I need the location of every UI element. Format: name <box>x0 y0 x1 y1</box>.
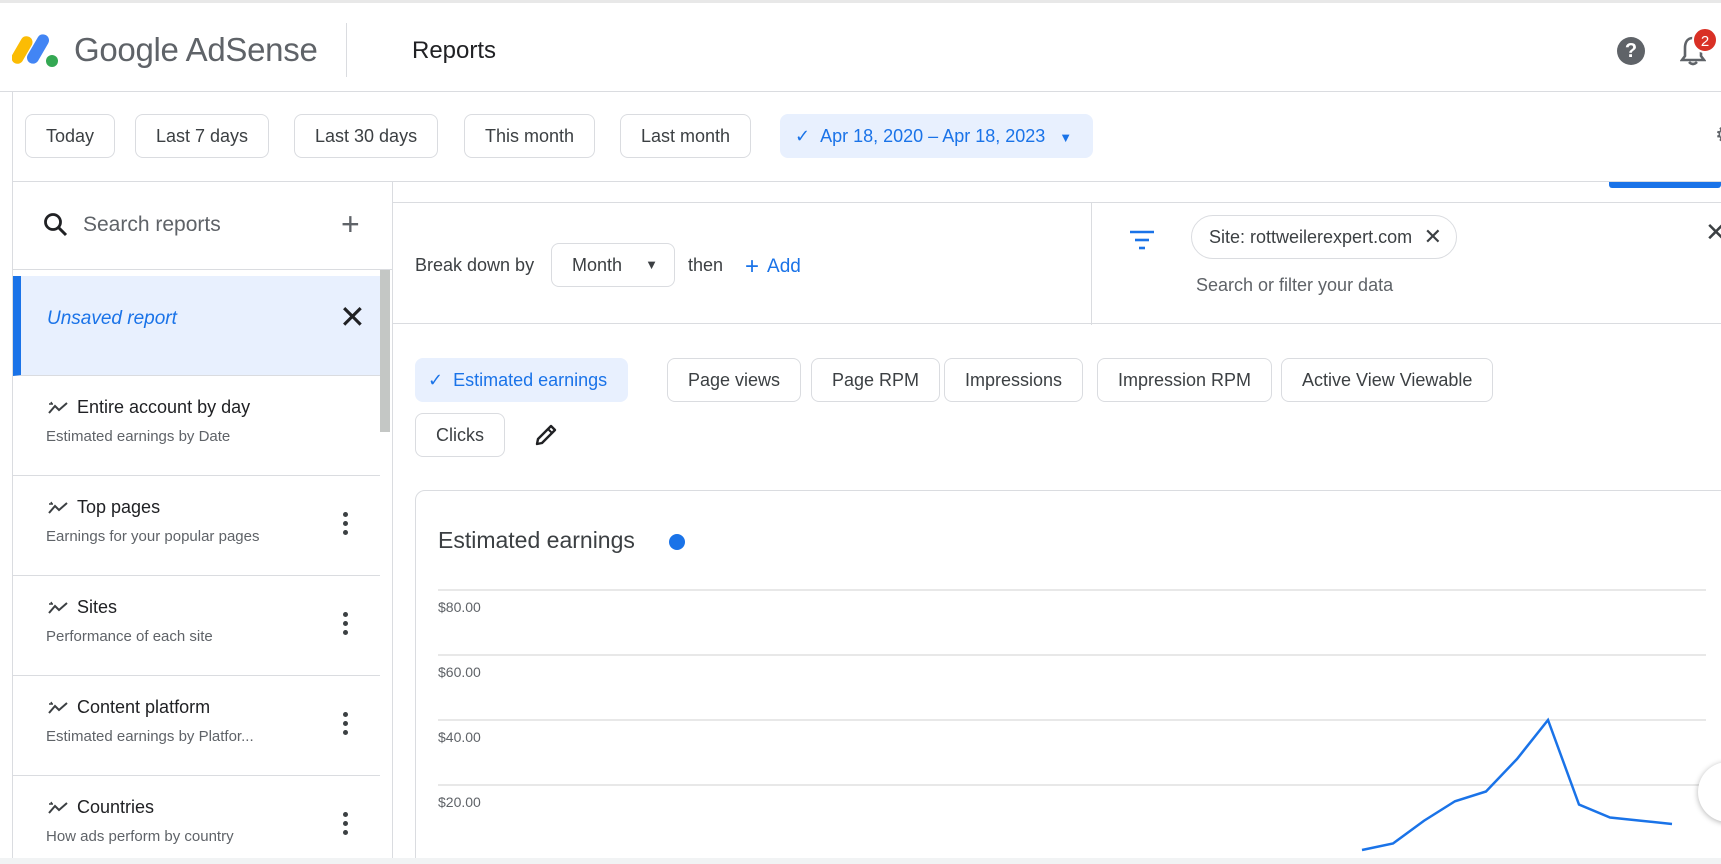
y-tick-label: $40.00 <box>438 729 481 745</box>
earnings-chart-card: Estimated earnings $80.00 $60.00 $40.00 $20… <box>415 490 1721 864</box>
date-chip-this-month[interactable]: This month <box>464 114 596 158</box>
metric-chip-impressions[interactable]: Impressions <box>944 358 1084 402</box>
check-icon: ✓ <box>795 126 811 146</box>
page-title: Reports <box>412 37 497 64</box>
report-main: Break down by Month ▼ then + Add Site: ro… <box>393 182 1721 864</box>
metric-chip-page-rpm[interactable]: Page RPM <box>811 358 941 402</box>
report-subtitle: Performance of each site <box>46 628 213 645</box>
more-vert-icon[interactable] <box>343 812 349 838</box>
report-subtitle: Estimated earnings by Date <box>46 428 231 445</box>
metric-chip-clicks[interactable]: Clicks <box>415 413 505 457</box>
filter-search-input[interactable]: Search or filter your data <box>1196 275 1393 296</box>
y-tick-label: $20.00 <box>438 794 481 810</box>
sparkle-chart-icon <box>48 401 68 414</box>
close-icon[interactable]: ✕ <box>1705 217 1721 248</box>
report-search[interactable]: Search reports + <box>13 182 392 270</box>
breakdown-dimension-value: Month <box>572 255 623 275</box>
breakdown-bar: Break down by Month ▼ then + Add Site: ro… <box>393 202 1721 325</box>
report-title: Sites <box>77 597 118 617</box>
close-icon[interactable]: ✕ <box>339 298 366 336</box>
date-chip-last-month[interactable]: Last month <box>620 114 752 158</box>
date-chip-last-30-days[interactable]: Last 30 days <box>294 114 439 158</box>
search-input[interactable]: Search reports <box>83 213 221 237</box>
notifications-badge: 2 <box>1692 27 1718 53</box>
metric-chip-estimated-earnings[interactable]: ✓ Estimated earnings <box>415 358 629 402</box>
left-rail <box>0 92 13 864</box>
date-chip-last-7-days[interactable]: Last 7 days <box>135 114 270 158</box>
sparkle-chart-icon <box>48 801 68 814</box>
chart-title: Estimated earnings <box>438 527 635 553</box>
y-tick-label: $80.00 <box>438 599 481 615</box>
series-legend-dot <box>669 534 685 550</box>
breakdown-dimension-select[interactable]: Month ▼ <box>551 243 675 287</box>
settings-icon[interactable]: ⚙ <box>1715 122 1721 152</box>
date-range-bar: Today Last 7 days Last 30 days This mont… <box>13 92 1721 182</box>
sidebar-scrollbar[interactable] <box>380 270 390 432</box>
earnings-line-chart: $80.00 $60.00 $40.00 $20.00 <box>438 589 1706 852</box>
breakdown-label: Break down by <box>415 255 535 275</box>
report-title: Countries <box>77 797 155 817</box>
unsaved-report-label: Unsaved report <box>47 308 177 329</box>
report-subtitle: Estimated earnings by Platfor... <box>46 728 254 745</box>
metric-label: Estimated earnings <box>453 370 608 390</box>
edit-pencil-icon[interactable] <box>533 422 559 448</box>
plus-icon: + <box>745 253 760 280</box>
date-range-label: Apr 18, 2020 – Apr 18, 2023 <box>820 126 1046 146</box>
remove-filter-icon[interactable]: ✕ <box>1424 216 1442 258</box>
report-title: Top pages <box>77 497 161 517</box>
y-tick-label: $60.00 <box>438 664 481 680</box>
date-chip-today[interactable]: Today <box>25 114 116 158</box>
metric-chip-active-view-viewable[interactable]: Active View Viewable <box>1281 358 1494 402</box>
metric-chip-impression-rpm[interactable]: Impression RPM <box>1097 358 1273 402</box>
more-vert-icon[interactable] <box>343 512 349 538</box>
search-icon <box>44 213 68 237</box>
report-item-countries[interactable]: Countries How ads perform by country <box>13 776 380 864</box>
brand-name: Google AdSense <box>74 31 318 68</box>
help-icon[interactable]: ? <box>1617 37 1645 65</box>
report-item-content-platform[interactable]: Content platform Estimated earnings by P… <box>13 676 380 776</box>
more-vert-icon[interactable] <box>343 612 349 638</box>
site-filter-chip[interactable]: Site: rottweilerexpert.com ✕ <box>1191 215 1458 259</box>
report-item-top-pages[interactable]: Top pages Earnings for your popular page… <box>13 476 380 576</box>
add-report-icon[interactable]: + <box>341 206 360 243</box>
sparkle-chart-icon <box>48 601 68 614</box>
report-title: Entire account by day <box>77 397 251 417</box>
report-title: Content platform <box>77 697 211 717</box>
sparkle-chart-icon <box>48 701 68 714</box>
add-dimension-button[interactable]: + Add <box>745 253 801 281</box>
top-bar: Google AdSense Reports ? 2 <box>0 0 1721 92</box>
report-subtitle: How ads perform by country <box>46 828 234 845</box>
site-filter-label: Site: rottweilerexpert.com <box>1209 227 1413 247</box>
dropdown-caret-icon: ▼ <box>1059 130 1073 145</box>
report-subtitle: Earnings for your popular pages <box>46 528 260 545</box>
check-icon: ✓ <box>428 370 444 390</box>
filter-divider <box>1091 203 1092 325</box>
active-tab-indicator <box>1609 182 1721 188</box>
date-range-selector[interactable]: ✓ Apr 18, 2020 – Apr 18, 2023 ▼ <box>780 114 1094 158</box>
report-item-entire-account[interactable]: Entire account by day Estimated earnings… <box>13 376 380 476</box>
filter-icon[interactable] <box>1129 229 1155 251</box>
bottom-edge <box>0 858 1721 864</box>
add-dimension-label: Add <box>767 256 801 277</box>
sparkle-chart-icon <box>48 501 68 514</box>
adsense-logo <box>12 34 58 67</box>
report-item-sites[interactable]: Sites Performance of each site <box>13 576 380 676</box>
more-vert-icon[interactable] <box>343 712 349 738</box>
reports-sidebar: Search reports + Unsaved report ✕ Entire… <box>13 182 393 864</box>
metric-chip-page-views[interactable]: Page views <box>667 358 802 402</box>
breakdown-then-label: then <box>688 255 724 275</box>
dropdown-caret-icon: ▼ <box>645 257 658 272</box>
header-divider <box>346 23 347 77</box>
unsaved-report-item[interactable]: Unsaved report ✕ <box>13 276 380 376</box>
